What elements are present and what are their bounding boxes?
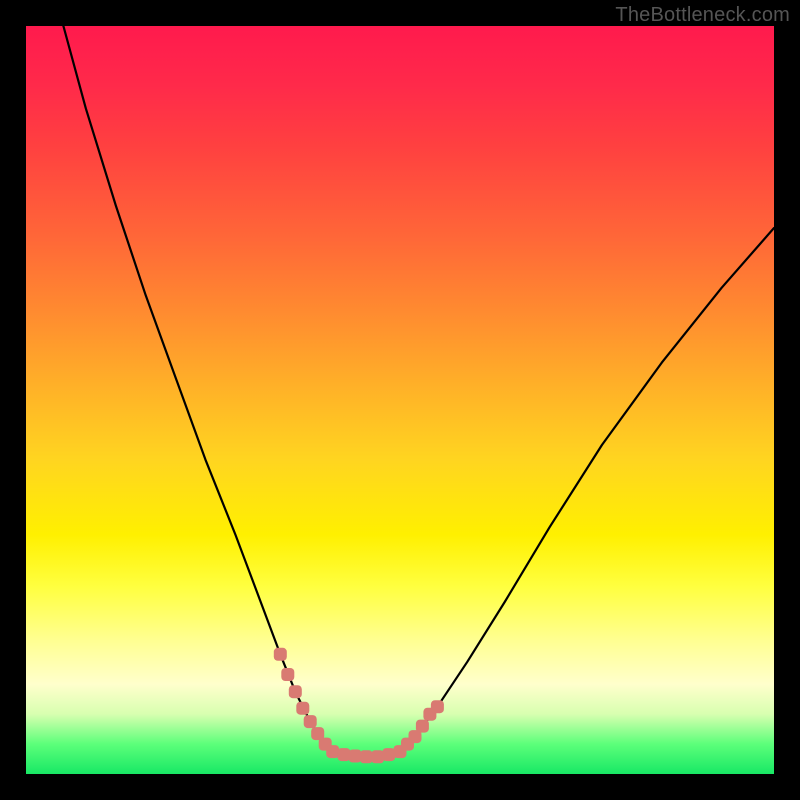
highlight-marker xyxy=(337,748,350,761)
chart-area xyxy=(26,26,774,774)
highlight-marker xyxy=(382,748,395,761)
highlight-marker xyxy=(326,745,339,758)
highlight-marker xyxy=(416,720,429,733)
highlight-marker xyxy=(371,750,384,763)
curve-left-curve xyxy=(63,26,332,752)
highlight-marker xyxy=(349,750,362,763)
highlight-marker xyxy=(274,648,287,661)
highlight-marker xyxy=(304,715,317,728)
plot-svg xyxy=(26,26,774,774)
curve-right-curve xyxy=(400,228,774,752)
highlight-marker xyxy=(296,702,309,715)
highlight-marker xyxy=(281,668,294,681)
watermark-text: TheBottleneck.com xyxy=(615,4,790,27)
highlight-marker xyxy=(289,685,302,698)
highlight-marker xyxy=(360,750,373,763)
highlight-marker xyxy=(431,700,444,713)
